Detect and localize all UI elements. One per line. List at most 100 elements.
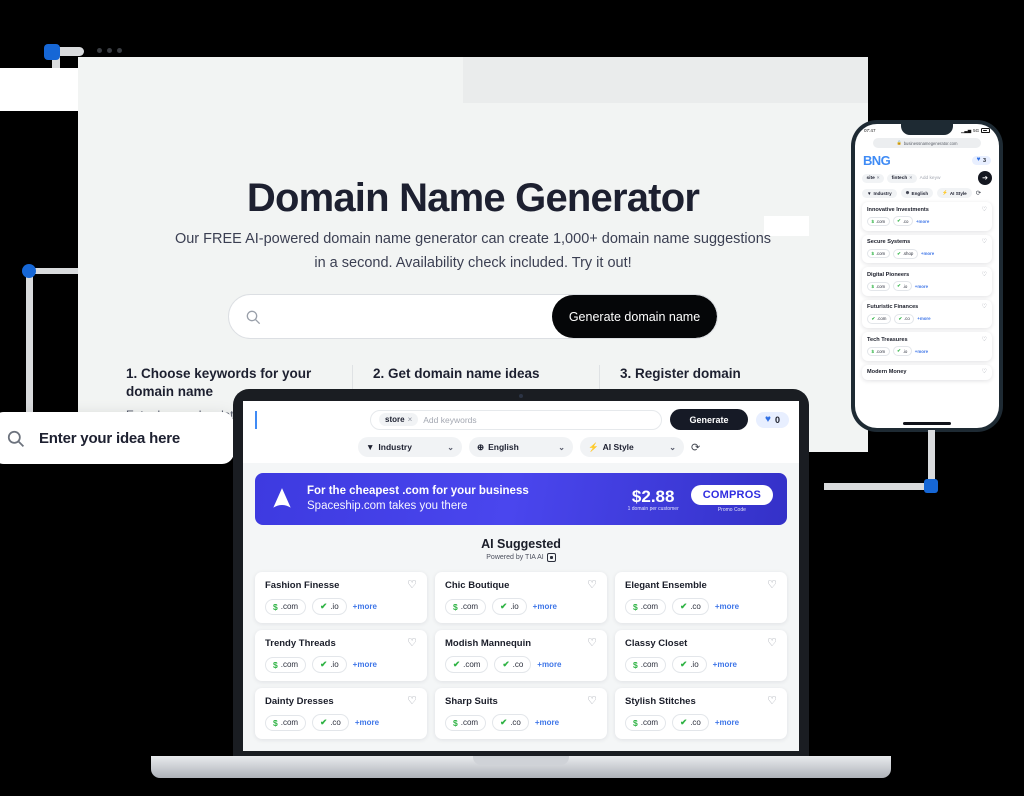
refresh-icon[interactable]: ⟳ — [976, 189, 981, 197]
domain-card[interactable]: Modish Mannequin ♡ ✔ .com ✔ .co +more — [435, 630, 607, 681]
promo-code-block[interactable]: COMPROS Promo Code — [690, 485, 773, 513]
heart-outline-icon[interactable]: ♡ — [982, 304, 987, 310]
tld-chip[interactable]: $ .com — [625, 714, 667, 731]
generate-domain-name-button[interactable]: Generate domain name — [552, 295, 717, 338]
more-link[interactable]: +more — [917, 316, 930, 321]
phone-keyword-input[interactable]: Add keyw — [920, 176, 975, 181]
more-link[interactable]: +more — [537, 660, 561, 669]
kebab-menu-icon[interactable] — [97, 48, 122, 53]
promo-code[interactable]: COMPROS — [690, 485, 773, 505]
tld-chip[interactable]: $ .com — [265, 714, 307, 731]
phone-domain-card[interactable]: Innovative Investments ♡ $ .com ✔ .co +more — [862, 202, 992, 231]
phone-filter-industry[interactable]: ▼ Industry — [862, 188, 897, 198]
tld-chip[interactable]: $ .com — [867, 281, 890, 291]
hero-search-bar[interactable]: Generate domain name — [228, 294, 718, 339]
tld-chip[interactable]: ✔ .co — [312, 714, 349, 731]
phone-filter-aistyle[interactable]: ⚡ AI Style — [937, 188, 972, 199]
heart-outline-icon[interactable]: ♡ — [982, 337, 987, 343]
filter-ai-style[interactable]: ⚡ AI Style ⌄ — [580, 437, 684, 457]
promo-banner[interactable]: For the cheapest .com for your business … — [255, 473, 787, 525]
phone-favorites-badge[interactable]: ♥ 3 — [971, 155, 991, 166]
hero-search-input[interactable] — [261, 295, 552, 338]
domain-card[interactable]: Chic Boutique ♡ $ .com ✔ .io +more — [435, 572, 607, 623]
tld-chip[interactable]: ✔ .io — [492, 598, 527, 615]
tld-chip[interactable]: ✔ .io — [312, 598, 347, 615]
close-icon[interactable]: × — [877, 176, 880, 181]
generate-button[interactable]: Generate — [670, 409, 749, 430]
tld-chip[interactable]: ✔ .com — [867, 313, 891, 324]
tld-chip[interactable]: $ .com — [265, 598, 307, 615]
tld-chip[interactable]: ✔ .io — [312, 656, 347, 673]
tld-chip[interactable]: $ .com — [445, 598, 487, 615]
more-link[interactable]: +more — [353, 660, 377, 669]
heart-outline-icon[interactable]: ♡ — [407, 580, 417, 591]
tld-chip[interactable]: $ .com — [625, 656, 667, 673]
tld-chip[interactable]: $ .com — [265, 656, 307, 673]
tld-chip[interactable]: ✔ .co — [492, 714, 529, 731]
heart-outline-icon[interactable]: ♡ — [982, 369, 987, 375]
tld-chip[interactable]: ✔ .io — [672, 656, 707, 673]
more-link[interactable]: +more — [916, 219, 929, 224]
tld-chip[interactable]: ✔ .com — [445, 656, 489, 673]
domain-card[interactable]: Trendy Threads ♡ $ .com ✔ .io +more — [255, 630, 427, 681]
keyword-chip-store[interactable]: store × — [379, 413, 419, 426]
more-link[interactable]: +more — [535, 718, 559, 727]
phone-url-bar[interactable]: 🔒 businessnamegenerator.com — [873, 138, 981, 148]
filter-language[interactable]: ⊕ English ⌄ — [469, 437, 573, 457]
phone-domain-card[interactable]: Futuristic Finances ♡ ✔ .com ✔ .co +more — [862, 299, 992, 329]
phone-tag-site[interactable]: site × — [862, 173, 885, 183]
more-link[interactable]: +more — [915, 284, 928, 289]
tld-chip[interactable]: ✔ .io — [892, 281, 912, 292]
heart-outline-icon[interactable]: ♡ — [982, 207, 987, 213]
filter-industry[interactable]: ▼ Industry ⌄ — [358, 437, 462, 457]
domain-card[interactable]: Fashion Finesse ♡ $ .com ✔ .io +more — [255, 572, 427, 623]
tld-chip[interactable]: $ .com — [867, 346, 890, 356]
tld-chip[interactable]: ✔ .co — [672, 714, 709, 731]
keyword-input-wrap[interactable]: store × Add keywords — [370, 409, 663, 430]
domain-card[interactable]: Stylish Stitches ♡ $ .com ✔ .co +more — [615, 688, 787, 739]
heart-outline-icon[interactable]: ♡ — [767, 696, 777, 707]
phone-domain-card[interactable]: Modern Money ♡ — [862, 364, 992, 380]
phone-domain-card[interactable]: Tech Treasures ♡ $ .com ✔ .io +more — [862, 332, 992, 361]
tld-chip[interactable]: ✔ .co — [672, 598, 709, 615]
heart-outline-icon[interactable]: ♡ — [407, 638, 417, 649]
heart-outline-icon[interactable]: ♡ — [587, 696, 597, 707]
tld-chip[interactable]: $ .com — [625, 598, 667, 615]
keyword-input-placeholder[interactable]: Add keywords — [423, 415, 476, 425]
more-link[interactable]: +more — [533, 602, 557, 611]
domain-card[interactable]: Classy Closet ♡ $ .com ✔ .io +more — [615, 630, 787, 681]
tld-chip[interactable]: $ .com — [445, 714, 487, 731]
domain-card[interactable]: Sharp Suits ♡ $ .com ✔ .co +more — [435, 688, 607, 739]
domain-card[interactable]: Elegant Ensemble ♡ $ .com ✔ .co +more — [615, 572, 787, 623]
heart-outline-icon[interactable]: ♡ — [407, 696, 417, 707]
tld-chip[interactable]: ✔ .co — [494, 656, 532, 673]
heart-outline-icon[interactable]: ♡ — [587, 580, 597, 591]
tld-chip[interactable]: $ .com — [867, 249, 890, 259]
more-link[interactable]: +more — [921, 251, 934, 256]
phone-generate-button[interactable]: ➔ — [978, 171, 992, 185]
heart-outline-icon[interactable]: ♡ — [767, 638, 777, 649]
phone-filter-language[interactable]: ⊕ English — [900, 188, 934, 199]
more-link[interactable]: +more — [713, 660, 737, 669]
heart-outline-icon[interactable]: ♡ — [982, 239, 987, 245]
close-icon[interactable]: × — [408, 415, 413, 424]
heart-outline-icon[interactable]: ♡ — [587, 638, 597, 649]
more-link[interactable]: +more — [915, 349, 928, 354]
heart-outline-icon[interactable]: ♡ — [767, 580, 777, 591]
tld-chip[interactable]: ✔ .shop — [892, 248, 918, 259]
close-icon[interactable]: × — [909, 176, 912, 181]
phone-domain-card[interactable]: Digital Pioneers ♡ $ .com ✔ .io +more — [862, 267, 992, 296]
tld-chip[interactable]: ✔ .co — [893, 313, 915, 324]
more-link[interactable]: +more — [353, 602, 377, 611]
phone-domain-card[interactable]: Secure Systems ♡ $ .com ✔ .shop +more — [862, 234, 992, 264]
more-link[interactable]: +more — [355, 718, 379, 727]
favorites-badge[interactable]: ♥ 0 — [756, 411, 789, 428]
tld-chip[interactable]: ✔ .io — [892, 346, 912, 357]
heart-outline-icon[interactable]: ♡ — [982, 272, 987, 278]
more-link[interactable]: +more — [715, 718, 739, 727]
tld-chip[interactable]: $ .com — [867, 216, 890, 226]
refresh-icon[interactable]: ⟳ — [691, 441, 700, 454]
domain-card[interactable]: Dainty Dresses ♡ $ .com ✔ .co +more — [255, 688, 427, 739]
tld-chip[interactable]: ✔ .co — [892, 216, 913, 227]
phone-tag-fintech[interactable]: fintech × — [887, 173, 917, 183]
